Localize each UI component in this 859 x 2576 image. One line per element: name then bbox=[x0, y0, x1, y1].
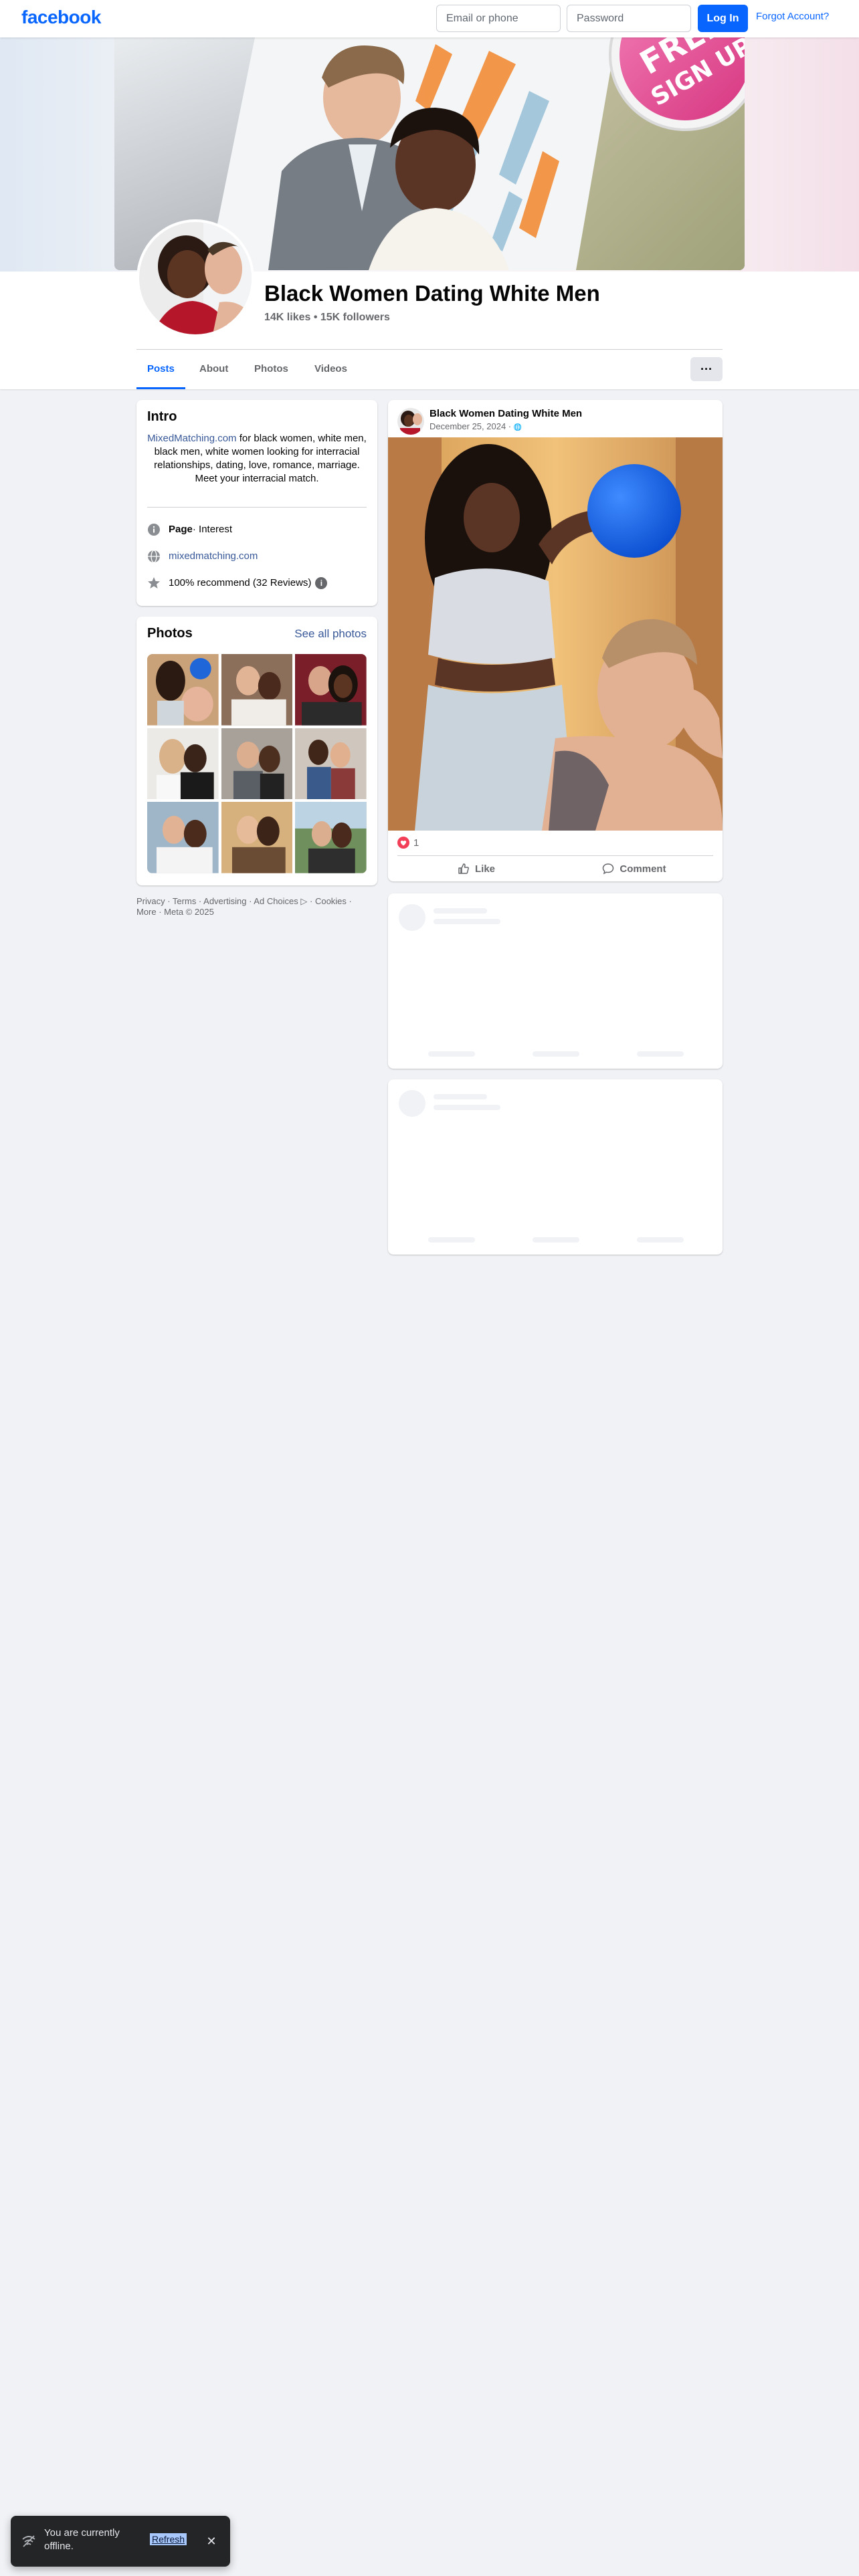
page-stats[interactable]: 14K likes • 15K followers bbox=[264, 312, 390, 324]
post-divider bbox=[397, 855, 713, 856]
password-field[interactable]: Password bbox=[567, 5, 691, 32]
globe-icon bbox=[147, 550, 161, 563]
tab-posts[interactable]: Posts bbox=[136, 349, 185, 389]
like-label: Like bbox=[474, 863, 495, 875]
star-icon bbox=[147, 576, 161, 590]
top-navigation-bar: facebook Email or phone Password Log In … bbox=[0, 0, 859, 37]
skeleton-line bbox=[428, 1051, 475, 1057]
skeleton-avatar bbox=[399, 1090, 425, 1117]
login-button[interactable]: Log In bbox=[698, 5, 748, 32]
loading-post-placeholder bbox=[388, 1079, 723, 1255]
reaction-summary[interactable]: 1 bbox=[397, 837, 419, 849]
post-author-name[interactable]: Black Women Dating White Men bbox=[430, 408, 582, 419]
recommend-row: 100% recommend (32 Reviews) i bbox=[147, 575, 328, 591]
intro-card: Intro MixedMatching.com for black women,… bbox=[136, 400, 377, 606]
photo-thumbnail[interactable] bbox=[221, 728, 293, 800]
footer-line-1[interactable]: Privacy · Terms · Advertising · Ad Choic… bbox=[136, 896, 377, 907]
skeleton-avatar bbox=[399, 904, 425, 931]
post-card: Black Women Dating White Men December 25… bbox=[388, 400, 723, 881]
like-icon bbox=[458, 863, 469, 874]
more-options-button[interactable]: ··· bbox=[690, 357, 723, 381]
category-label: Page bbox=[169, 524, 193, 535]
reaction-count: 1 bbox=[413, 837, 419, 849]
footer-line-2[interactable]: More · Meta © 2025 bbox=[136, 907, 377, 918]
photo-thumbnail[interactable] bbox=[295, 802, 367, 873]
facebook-logo[interactable]: facebook bbox=[21, 7, 101, 28]
page-category-row: Page · Interest bbox=[147, 522, 232, 538]
close-icon[interactable]: ✕ bbox=[203, 2533, 219, 2549]
skeleton-line bbox=[434, 919, 500, 924]
like-button[interactable]: Like bbox=[397, 857, 555, 880]
skeleton-line bbox=[533, 1051, 579, 1057]
offline-message: You are currently offline. bbox=[44, 2527, 120, 2552]
page-header: FREE SIGN UP Black Women Dating White Me… bbox=[0, 37, 859, 389]
offline-toast: You are currently offline. Refresh ✕ bbox=[11, 2516, 230, 2567]
website-row: mixedmatching.com bbox=[147, 548, 258, 564]
comment-label: Comment bbox=[619, 863, 666, 875]
tab-videos[interactable]: Videos bbox=[304, 349, 358, 389]
category-value: · Interest bbox=[192, 524, 233, 535]
photo-thumbnail[interactable] bbox=[221, 654, 293, 726]
skeleton-line bbox=[434, 1094, 487, 1099]
comment-icon bbox=[603, 863, 614, 875]
page-title: Black Women Dating White Men bbox=[264, 281, 600, 306]
intro-description: MixedMatching.com for black women, white… bbox=[147, 432, 367, 486]
refresh-link[interactable]: Refresh bbox=[150, 2533, 187, 2545]
photo-thumbnail[interactable] bbox=[147, 728, 219, 800]
recommend-text: 100% recommend (32 Reviews) bbox=[169, 577, 312, 588]
skeleton-line bbox=[434, 1105, 500, 1110]
skeleton-line bbox=[533, 1237, 579, 1243]
skeleton-line bbox=[637, 1237, 684, 1243]
photo-thumbnail[interactable] bbox=[295, 728, 367, 800]
offline-wifi-icon bbox=[21, 2535, 36, 2551]
skeleton-line bbox=[428, 1237, 475, 1243]
intro-desc-link[interactable]: MixedMatching.com bbox=[147, 433, 236, 444]
email-field[interactable]: Email or phone bbox=[436, 5, 561, 32]
recommend-info-icon[interactable]: i bbox=[315, 577, 328, 589]
post-meta: December 25, 2024 · 🌐 bbox=[430, 421, 522, 431]
post-author-avatar[interactable] bbox=[397, 408, 424, 435]
comment-button[interactable]: Comment bbox=[555, 857, 713, 880]
see-all-photos-link[interactable]: See all photos bbox=[294, 627, 367, 641]
website-link[interactable]: mixedmatching.com bbox=[169, 548, 258, 564]
loading-post-placeholder bbox=[388, 893, 723, 1069]
photo-grid bbox=[147, 654, 367, 873]
audience-globe-icon: 🌐 bbox=[513, 424, 522, 431]
photo-thumbnail[interactable] bbox=[147, 802, 219, 873]
photo-thumbnail[interactable] bbox=[147, 654, 219, 726]
photo-thumbnail[interactable] bbox=[295, 654, 367, 726]
info-icon bbox=[147, 523, 161, 536]
intro-divider bbox=[147, 507, 367, 508]
post-image[interactable] bbox=[388, 437, 723, 831]
tab-about[interactable]: About bbox=[189, 349, 239, 389]
photos-card: Photos See all photos bbox=[136, 617, 377, 885]
post-date-link[interactable]: December 25, 2024 · bbox=[430, 421, 514, 431]
tab-photos[interactable]: Photos bbox=[244, 349, 299, 389]
profile-picture[interactable] bbox=[136, 219, 254, 337]
skeleton-line bbox=[434, 908, 487, 914]
footer-links[interactable]: Privacy · Terms · Advertising · Ad Choic… bbox=[136, 896, 377, 918]
photos-title: Photos bbox=[147, 626, 193, 641]
love-reaction-icon bbox=[397, 837, 409, 849]
forgot-account-link[interactable]: Forgot Account? bbox=[756, 11, 829, 22]
intro-title: Intro bbox=[147, 409, 177, 424]
skeleton-line bbox=[637, 1051, 684, 1057]
photo-thumbnail[interactable] bbox=[221, 802, 293, 873]
